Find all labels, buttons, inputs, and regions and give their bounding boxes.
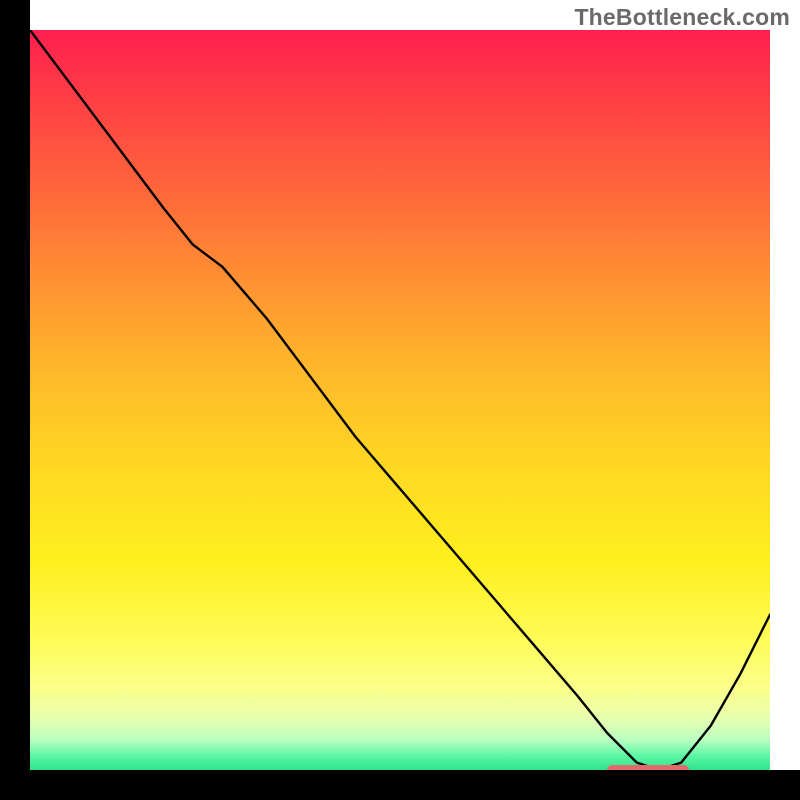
axis-frame-bottom (0, 770, 800, 800)
bottleneck-curve (30, 30, 770, 770)
chart-container: TheBottleneck.com (0, 0, 800, 800)
watermark-text: TheBottleneck.com (574, 4, 790, 31)
plot-area (30, 30, 770, 770)
axis-frame-left (0, 0, 30, 800)
